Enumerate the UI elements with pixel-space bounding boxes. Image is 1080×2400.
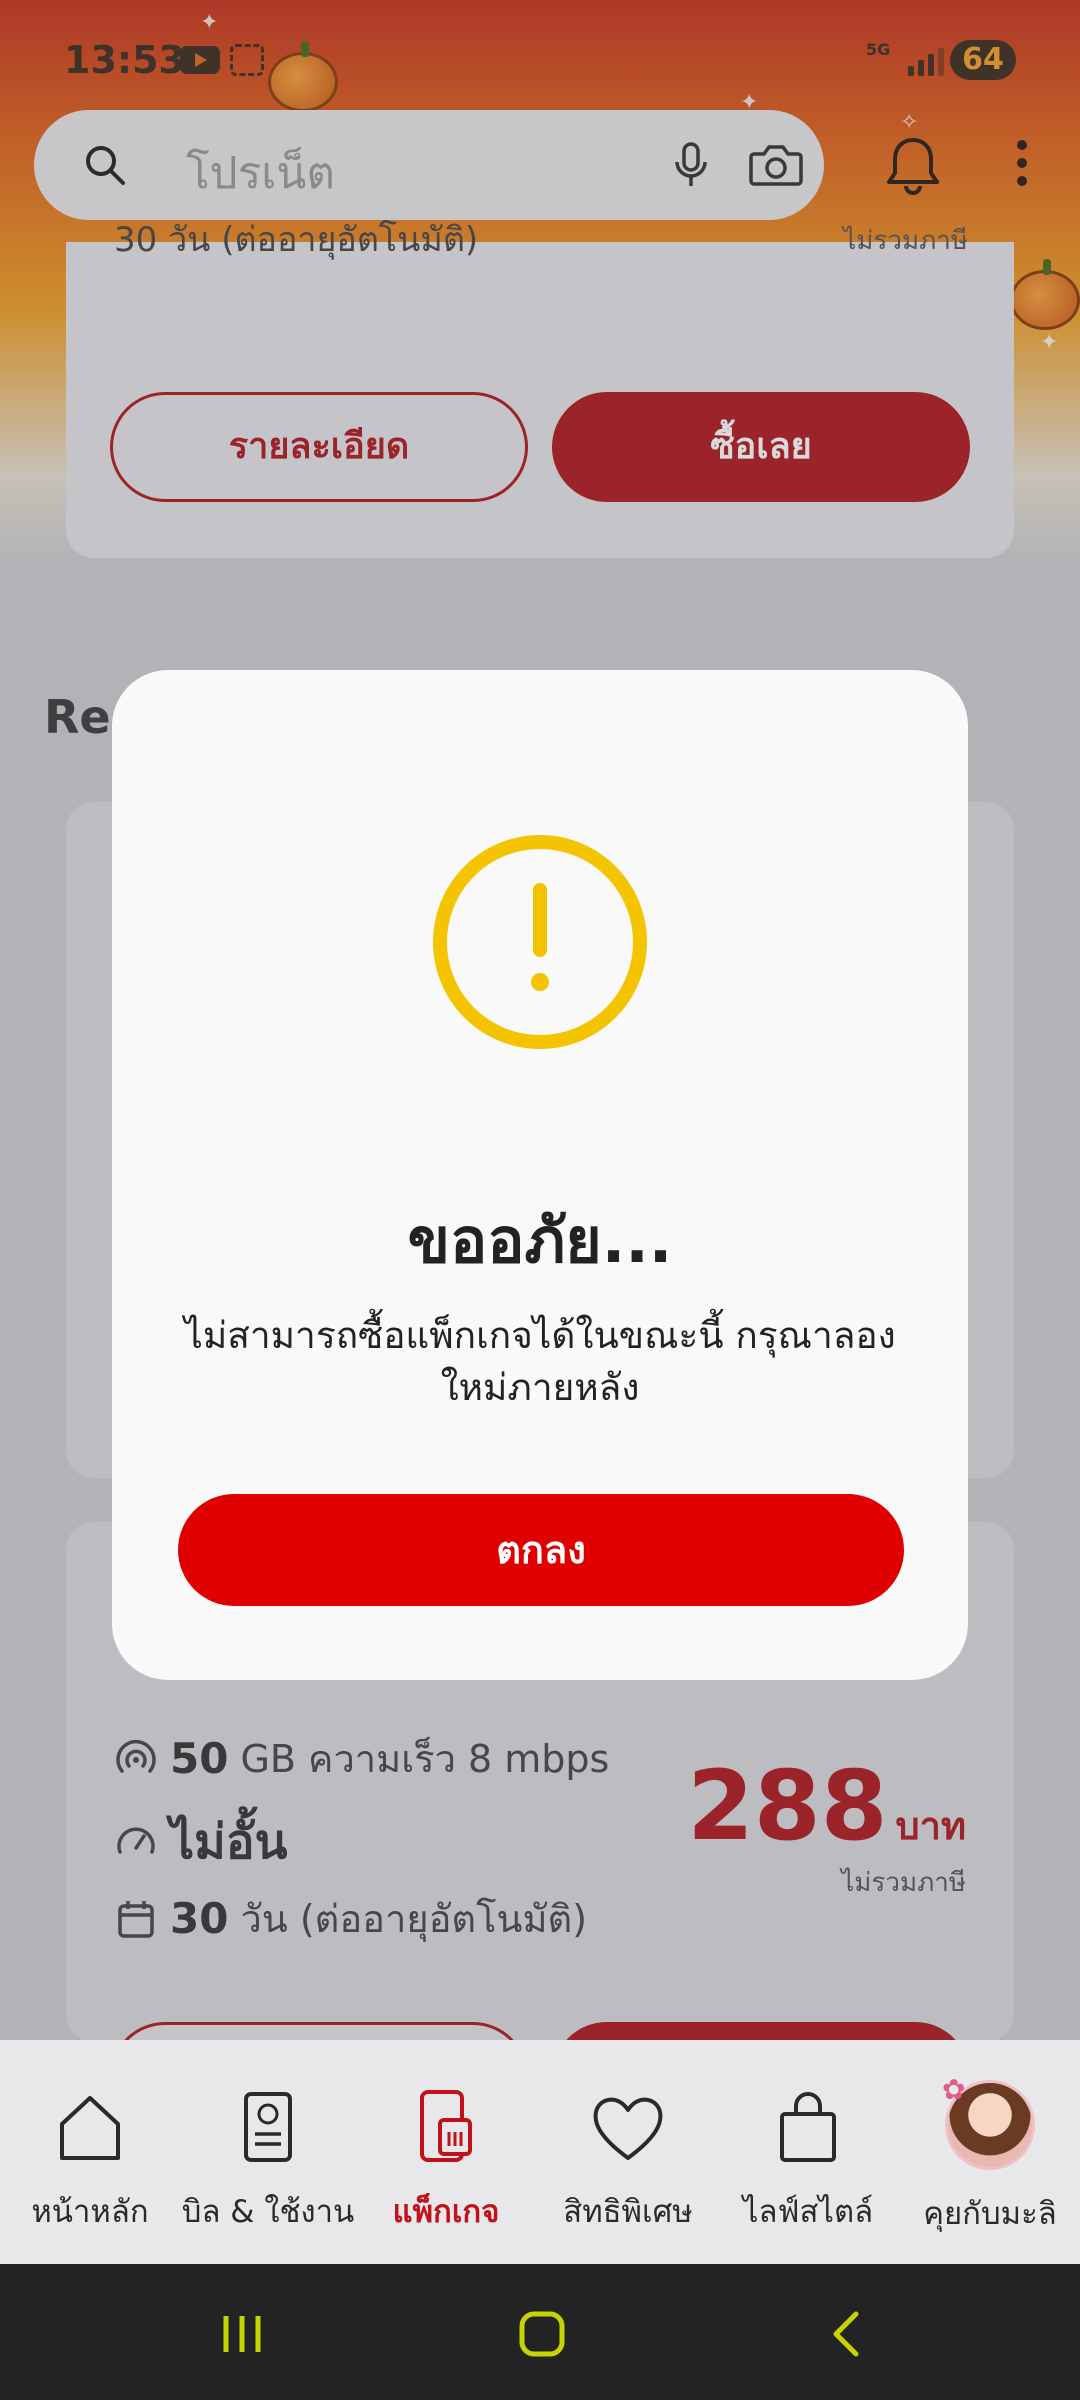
nav-item-package[interactable]: แพ็กเกจ: [356, 2088, 536, 2236]
nav-item-home[interactable]: หน้าหลัก: [0, 2088, 180, 2236]
home-icon: [60, 2096, 120, 2160]
mali-avatar: [942, 2073, 1035, 2170]
shopping-bag-icon: [780, 2092, 836, 2162]
bottom-navigation: หน้าหลัก บิล & ใช้งาน แพ็กเกจ สิทธิพิเศษ: [0, 2040, 1080, 2264]
alert-circle-icon: [433, 835, 647, 1049]
ok-button[interactable]: ตกลง: [178, 1494, 904, 1606]
nav-item-chat-mali[interactable]: คุยกับมะลิ: [900, 2073, 1080, 2238]
bill-icon: [244, 2092, 292, 2162]
recent-apps-icon[interactable]: [212, 2304, 272, 2364]
nav-label-privileges: สิทธิพิเศษ: [563, 2194, 693, 2230]
heart-icon: [593, 2097, 663, 2160]
dialog-message: ไม่สามารถซื้อแพ็กเกจได้ในขณะนี้ กรุณาลอง…: [184, 1314, 896, 1409]
system-navigation-bar: [0, 2264, 1080, 2400]
nav-item-privileges[interactable]: สิทธิพิเศษ: [538, 2088, 718, 2236]
nav-label-chat-mali: คุยกับมะลิ: [923, 2196, 1057, 2232]
nav-label-home: หน้าหลัก: [31, 2194, 149, 2230]
nav-label-bill: บิล & ใช้งาน: [181, 2194, 355, 2230]
error-dialog: ขออภัย... ไม่สามารถซื้อแพ็กเกจได้ในขณะนี…: [112, 670, 968, 1680]
home-button-icon[interactable]: [512, 2304, 572, 2364]
back-icon[interactable]: [818, 2304, 878, 2364]
nav-item-bill[interactable]: บิล & ใช้งาน: [178, 2088, 358, 2236]
nav-label-package: แพ็กเกจ: [392, 2194, 500, 2230]
nav-item-lifestyle[interactable]: ไลฟ์สไตล์: [718, 2088, 898, 2236]
dialog-title: ขออภัย...: [407, 1204, 673, 1277]
nav-label-lifestyle: ไลฟ์สไตล์: [742, 2194, 874, 2230]
sim-package-icon: [420, 2090, 472, 2162]
